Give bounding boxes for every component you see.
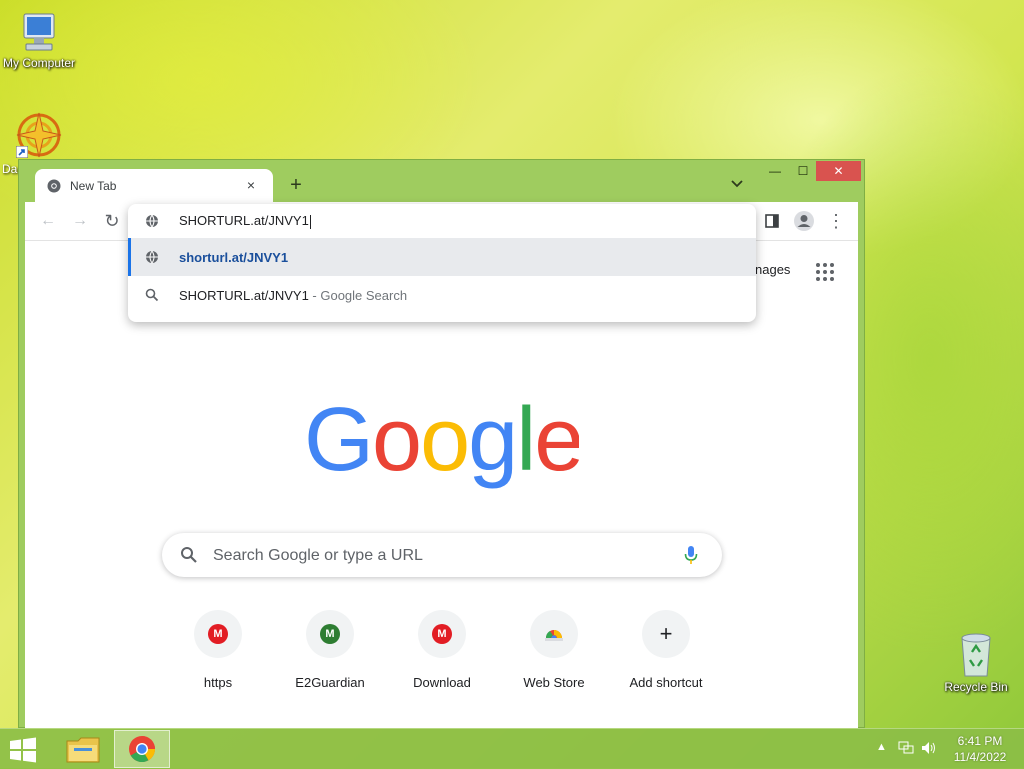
chrome-favicon-icon — [47, 179, 61, 193]
omnibox-dropdown: SHORTURL.at/JNVY1 shorturl.at/JNVY1 SHOR… — [128, 204, 756, 322]
shortcut-label: E2Guardian — [295, 675, 365, 690]
mega-icon: M — [208, 624, 228, 644]
shortcut-tile[interactable]: M Download — [386, 610, 498, 698]
volume-icon[interactable] — [921, 741, 937, 755]
ntp-search-box[interactable]: Search Google or type a URL — [162, 533, 722, 577]
search-icon — [181, 547, 197, 563]
shortcut-circle: M — [194, 610, 242, 658]
clock-date: 11/4/2022 — [953, 750, 1007, 764]
tab-title: New Tab — [70, 179, 117, 193]
suggestion-url[interactable]: shorturl.at/JNVY1 — [128, 238, 756, 276]
tab-strip: New Tab × + — ☐ ✕ — [19, 160, 864, 202]
shortcut-label: Web Store — [523, 675, 585, 690]
tab-new-tab[interactable]: New Tab × — [35, 169, 273, 202]
suggestion-subtext: - Google Search — [308, 288, 408, 303]
back-button[interactable]: ← — [37, 210, 59, 232]
menu-kebab-button[interactable]: ⋮ — [825, 210, 847, 232]
window-close-button[interactable]: ✕ — [816, 161, 861, 181]
taskbar-chrome[interactable] — [114, 730, 170, 768]
shortcut-circle: M — [306, 610, 354, 658]
globe-icon — [146, 250, 158, 264]
maximize-button[interactable]: ☐ — [789, 161, 817, 181]
folder-icon — [66, 737, 100, 763]
forward-button[interactable]: → — [69, 210, 91, 232]
web-store-icon — [545, 630, 563, 641]
text-caret — [309, 214, 311, 229]
recycle-bin-icon — [961, 633, 991, 677]
network-icon[interactable] — [898, 741, 914, 755]
shortcut-circle — [530, 610, 578, 658]
minimize-button[interactable]: — — [761, 161, 789, 181]
desktop-icon-my-computer[interactable]: My Computer — [0, 10, 79, 70]
suggestion-text: shorturl.at/JNVY1 — [179, 250, 289, 265]
tab-close-icon[interactable]: × — [241, 175, 261, 195]
shortcut-label: Add shortcut — [629, 675, 703, 690]
google-logo: Google — [304, 398, 579, 490]
clock-time: 6:41 PM — [957, 734, 1003, 748]
images-link[interactable]: nages — [755, 262, 790, 277]
tab-search-chevron-icon[interactable] — [727, 176, 747, 196]
shortcut-label: Download — [413, 675, 471, 690]
search-placeholder: Search Google or type a URL — [213, 547, 423, 564]
globe-icon — [146, 214, 158, 228]
shortcut-label: https — [203, 675, 233, 690]
suggestion-search[interactable]: SHORTURL.at/JNVY1 - Google Search — [128, 276, 756, 314]
reload-button[interactable]: ↻ — [101, 210, 123, 232]
plus-icon: + — [659, 621, 673, 646]
microphone-icon[interactable] — [684, 545, 698, 565]
system-clock[interactable]: 6:41 PM 11/4/2022 — [946, 733, 1014, 765]
desktop-icon-label: Da — [2, 162, 18, 176]
side-panel-icon[interactable] — [761, 210, 783, 232]
shortcut-tile[interactable]: M https — [162, 610, 274, 698]
suggestion-text: SHORTURL.at/JNVY1 - Google Search — [179, 288, 408, 303]
mega-icon: M — [432, 624, 452, 644]
shortcut-arrow-icon — [16, 146, 28, 158]
search-icon — [145, 288, 159, 302]
shortcut-tile-add[interactable]: + Add shortcut — [610, 610, 722, 698]
address-bar[interactable]: SHORTURL.at/JNVY1 — [128, 204, 756, 238]
computer-icon — [23, 13, 55, 51]
svg-text:Google: Google — [304, 398, 579, 490]
desktop-icon-recycle-bin[interactable]: Recycle Bin — [940, 630, 1012, 694]
shortcut-circle: M — [418, 610, 466, 658]
shortcut-circle: + — [642, 610, 690, 658]
desktop-icon-label: My Computer — [2, 56, 76, 70]
tray-chevron-icon[interactable]: ▲ — [876, 741, 887, 753]
chrome-icon — [129, 736, 156, 763]
windows-start-icon[interactable] — [8, 737, 38, 763]
taskbar: ▲ 6:41 PM 11/4/2022 — [0, 728, 1024, 769]
new-tab-button[interactable]: + — [285, 174, 307, 196]
letter-m-icon: M — [320, 624, 340, 644]
shortcut-tile[interactable]: M E2Guardian — [274, 610, 386, 698]
address-input[interactable]: SHORTURL.at/JNVY1 — [179, 213, 311, 229]
profile-avatar-icon[interactable] — [793, 210, 815, 232]
shortcut-tile[interactable]: Web Store — [498, 610, 610, 698]
apps-grid-icon[interactable] — [816, 263, 834, 281]
taskbar-file-explorer[interactable] — [55, 730, 111, 768]
desktop-icon-label: Recycle Bin — [944, 680, 1008, 694]
